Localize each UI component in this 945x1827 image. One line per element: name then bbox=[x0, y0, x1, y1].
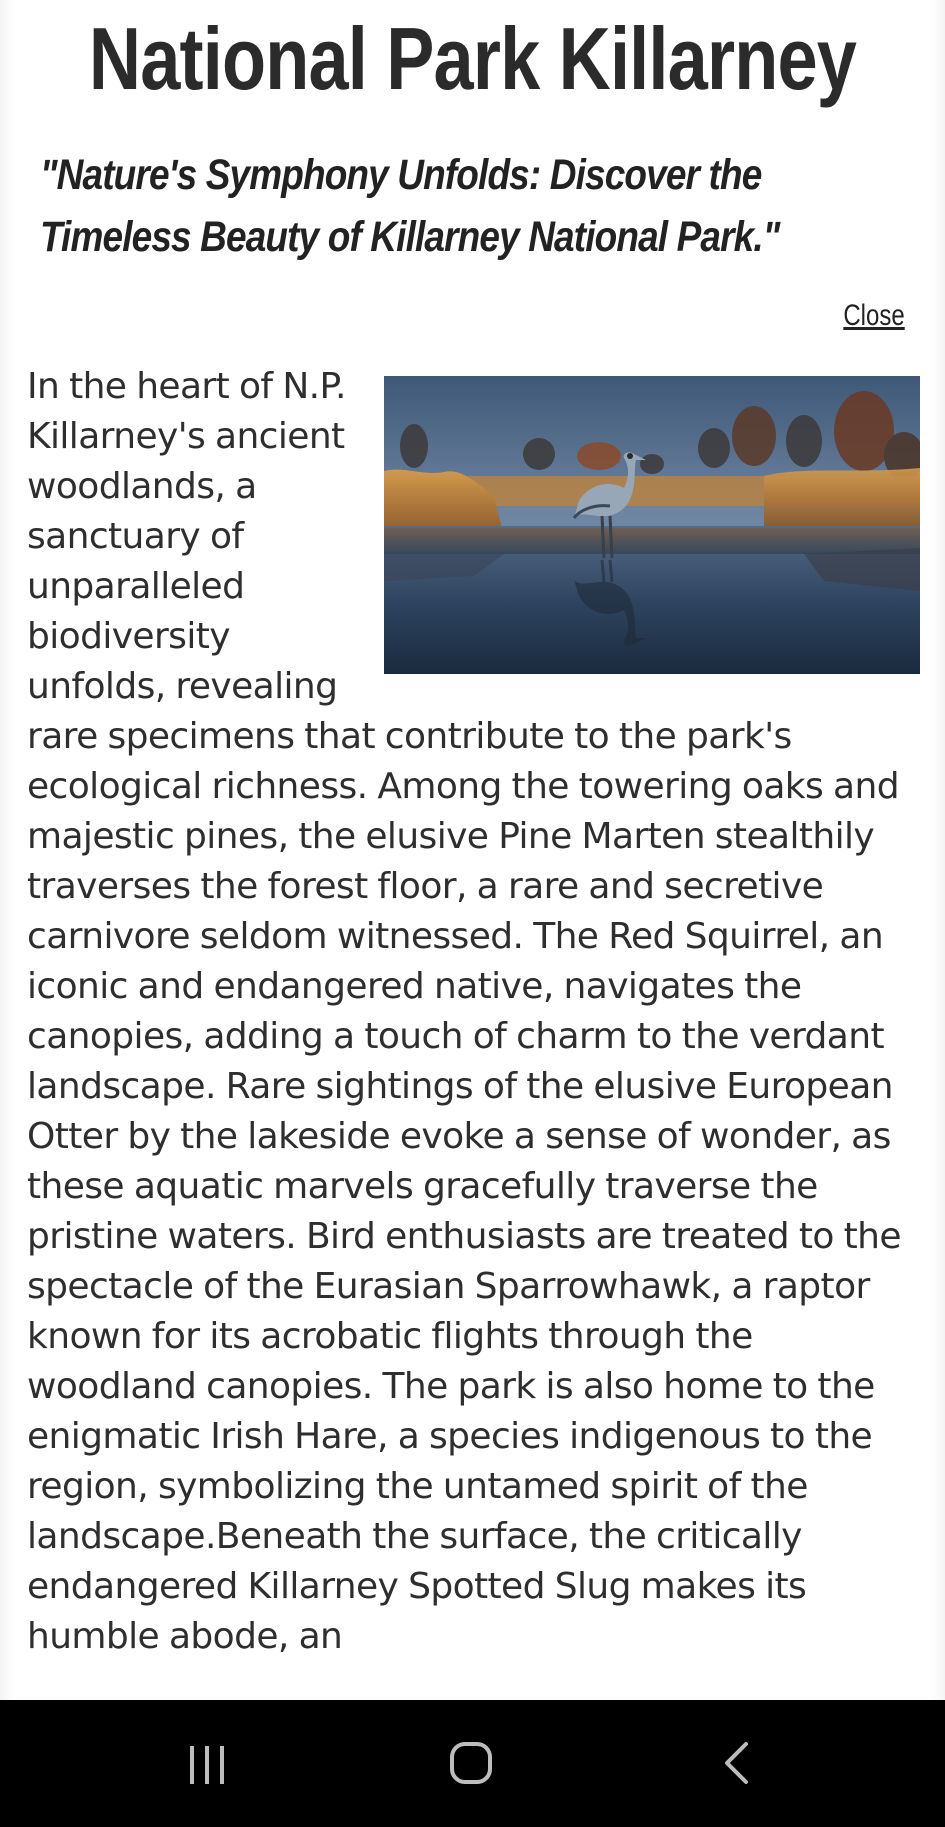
article-body: In the heart of N.P. Killarney's ancient… bbox=[27, 362, 920, 1662]
back-button[interactable] bbox=[675, 1700, 795, 1827]
back-icon bbox=[725, 1742, 748, 1784]
page-tagline: "Nature's Symphony Unfolds: Discover the… bbox=[40, 151, 780, 261]
article-page: National Park Killarney "Nature's Sympho… bbox=[0, 0, 945, 1700]
close-link[interactable]: Close bbox=[844, 296, 905, 336]
recent-apps-icon bbox=[190, 1746, 224, 1784]
system-navigation-bar bbox=[0, 1700, 945, 1827]
home-icon bbox=[450, 1742, 492, 1784]
recent-apps-button[interactable] bbox=[147, 1700, 267, 1827]
page-edge-shadow-right bbox=[931, 0, 945, 1700]
home-button[interactable] bbox=[411, 1700, 531, 1827]
page-edge-shadow-left bbox=[0, 0, 14, 1700]
crane-lake-photo bbox=[384, 376, 920, 674]
page-title: National Park Killarney bbox=[88, 9, 857, 108]
